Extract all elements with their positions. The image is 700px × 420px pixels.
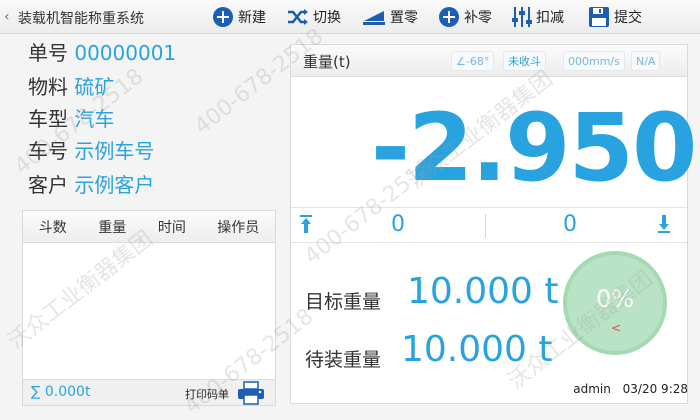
plate-number-row: 车号 示例车号 bbox=[28, 136, 154, 166]
current-datetime: 03/20 9:28 bbox=[622, 382, 688, 396]
new-button-label: 新建 bbox=[238, 10, 266, 26]
load-progress-indicator: 0% < bbox=[563, 251, 667, 355]
switch-button[interactable]: 切换 bbox=[287, 4, 341, 30]
speed-indicator: 000mm/s bbox=[563, 51, 625, 71]
column-header-bucket-count: 斗数 bbox=[38, 219, 67, 236]
zero-comp-button[interactable]: 补零 bbox=[438, 4, 492, 30]
zero-set-button-label: 置零 bbox=[390, 10, 418, 26]
vehicle-type-label: 车型 bbox=[28, 107, 68, 131]
current-user: admin bbox=[573, 382, 611, 396]
sliders-icon bbox=[512, 7, 532, 27]
arrow-up-bar-icon bbox=[300, 215, 312, 233]
material-label: 物料 bbox=[28, 75, 68, 99]
lift-down-count: 0 bbox=[563, 212, 577, 237]
column-header-weight: 重量 bbox=[98, 219, 127, 236]
column-header-time: 时间 bbox=[157, 219, 186, 236]
target-weight-label: 目标重量 bbox=[305, 291, 382, 313]
angle-indicator: ∠-68° bbox=[451, 51, 495, 71]
customer-row: 客户 示例客户 bbox=[28, 170, 154, 200]
weight-panel-header: 重量(t) ∠-68° 未收斗 000mm/s N/A bbox=[291, 45, 687, 77]
zero-set-button[interactable]: 置零 bbox=[362, 4, 418, 30]
table-header: 斗数 重量 时间 操作员 bbox=[23, 211, 275, 243]
bucket-record-table: 斗数 重量 时间 操作员 ∑ 0.000t 打印码单 bbox=[22, 210, 276, 406]
weight-panel-title: 重量(t) bbox=[303, 53, 351, 71]
order-number-label: 单号 bbox=[28, 41, 68, 65]
bucket-state-indicator: 未收斗 bbox=[503, 51, 546, 71]
print-ticket-label: 打印码单 bbox=[185, 388, 229, 401]
status-footer: admin 03/20 9:28 bbox=[565, 382, 688, 396]
weight-panel: 重量(t) ∠-68° 未收斗 000mm/s N/A -2.950 0 0 目… bbox=[290, 44, 697, 404]
na-indicator: N/A bbox=[631, 51, 661, 71]
zero-comp-button-label: 补零 bbox=[464, 10, 492, 26]
app-title: 装载机智能称重系统 bbox=[18, 11, 144, 27]
column-header-operator: 操作员 bbox=[217, 219, 260, 236]
vehicle-type-row: 车型 汽车 bbox=[28, 104, 114, 134]
plus-circle-icon bbox=[439, 7, 459, 27]
deduct-button[interactable]: 扣减 bbox=[512, 4, 564, 30]
remaining-weight-value: 10.000 t bbox=[401, 329, 553, 370]
target-weight-value[interactable]: 10.000 t bbox=[407, 271, 559, 312]
table-footer: ∑ 0.000t 打印码单 bbox=[23, 379, 275, 405]
new-button[interactable]: 新建 bbox=[212, 4, 266, 30]
switch-button-label: 切换 bbox=[313, 10, 341, 26]
plate-number-value[interactable]: 示例车号 bbox=[74, 139, 154, 163]
lift-count-row: 0 0 bbox=[291, 207, 687, 243]
material-value[interactable]: 硫矿 bbox=[74, 75, 114, 99]
customer-label: 客户 bbox=[28, 173, 68, 197]
submit-button[interactable]: 提交 bbox=[588, 4, 642, 30]
order-number-value[interactable]: 00000001 bbox=[74, 41, 176, 65]
vehicle-type-value[interactable]: 汽车 bbox=[74, 107, 114, 131]
lift-up-count: 0 bbox=[391, 212, 405, 237]
divider bbox=[485, 214, 486, 238]
deduct-button-label: 扣减 bbox=[536, 10, 564, 26]
plus-circle-icon bbox=[213, 7, 233, 27]
order-number-row: 单号 00000001 bbox=[28, 38, 176, 68]
ramp-icon bbox=[363, 11, 385, 25]
floppy-disk-icon bbox=[589, 7, 609, 27]
arrow-down-bar-icon bbox=[658, 215, 670, 233]
remaining-weight-label: 待装重量 bbox=[305, 349, 382, 371]
chevron-left-icon[interactable]: ‹ bbox=[4, 8, 16, 26]
plate-number-label: 车号 bbox=[28, 139, 68, 163]
printer-icon[interactable] bbox=[237, 381, 265, 405]
table-body[interactable] bbox=[23, 243, 275, 381]
material-row: 物料 硫矿 bbox=[28, 72, 114, 102]
progress-arrow-icon: < bbox=[611, 321, 622, 335]
shuffle-icon bbox=[288, 9, 308, 25]
top-bar: ‹ 装载机智能称重系统 新建 切换 置零 补零 扣减 提交 bbox=[0, 0, 700, 34]
total-weight: ∑ 0.000t bbox=[31, 384, 91, 400]
submit-button-label: 提交 bbox=[614, 10, 642, 26]
current-weight-value: -2.950 bbox=[371, 94, 697, 203]
load-progress-text: 0% bbox=[595, 285, 635, 313]
customer-value[interactable]: 示例客户 bbox=[74, 173, 154, 197]
